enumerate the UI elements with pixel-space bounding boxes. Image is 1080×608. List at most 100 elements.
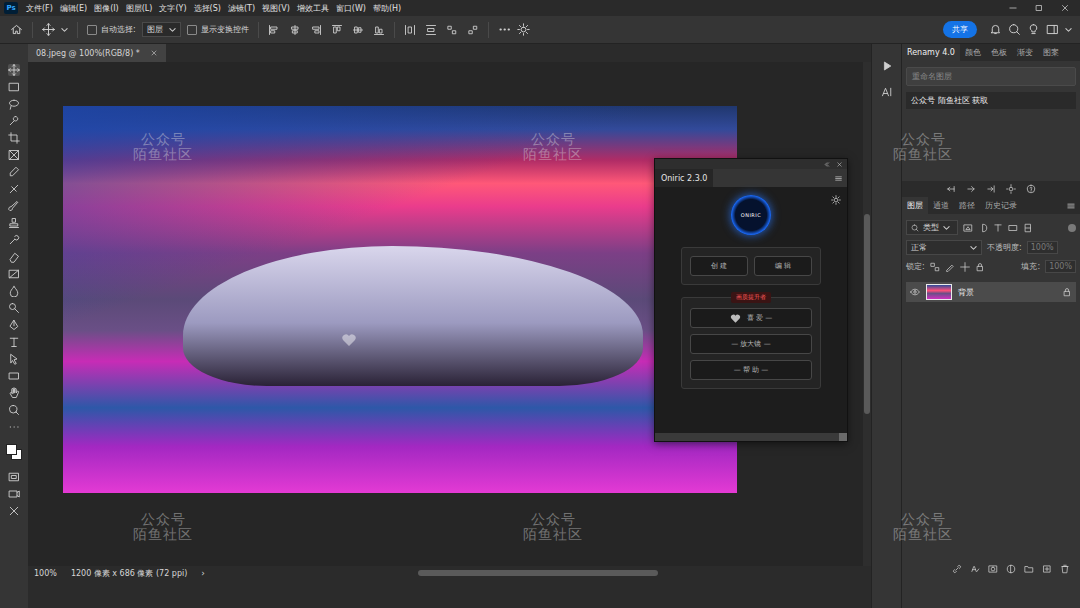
menu-item[interactable]: 帮助(H) [373, 3, 401, 14]
filter-dropdown[interactable]: 类型 [906, 220, 958, 235]
horizontal-scrollbar[interactable] [219, 570, 857, 576]
panel-tab[interactable]: 色板 [986, 44, 1012, 61]
foreground-color[interactable] [6, 444, 17, 455]
align-icon[interactable] [331, 24, 343, 36]
panel-tab[interactable]: 颜色 [960, 44, 986, 61]
distribute-icon[interactable] [467, 24, 479, 36]
mode-icon[interactable] [8, 488, 20, 500]
tool-icon[interactable] [8, 149, 20, 161]
tool-icon[interactable] [8, 234, 20, 246]
plugin-button[interactable]: — 放大镜 — [690, 334, 812, 354]
panel-tab[interactable]: 历史记录 [980, 197, 1022, 214]
play-icon[interactable] [881, 60, 893, 72]
menu-item[interactable]: 图像(I) [94, 3, 119, 14]
align-icon[interactable] [268, 24, 280, 36]
blend-mode-dropdown[interactable]: 正常 [906, 240, 982, 255]
menu-icon[interactable] [1066, 201, 1076, 211]
panel-tab[interactable]: 路径 [954, 197, 980, 214]
layer-row[interactable]: 背景 [906, 282, 1076, 302]
rename-input[interactable]: 重命名图层 [906, 67, 1076, 86]
layer-action-icon[interactable] [1024, 564, 1034, 574]
gear-icon[interactable] [517, 23, 530, 36]
filter-icon[interactable] [963, 223, 973, 233]
oniric-panel[interactable]: Oniric 2.3.0ONIRIC创 建编 辑画质提升者喜 爱 —— 放大镜 … [654, 158, 848, 442]
mode-icon[interactable] [8, 471, 20, 483]
move-tool-icon[interactable] [42, 23, 55, 36]
layer-action-icon[interactable] [1042, 564, 1052, 574]
plugin-button[interactable]: 喜 爱 — [690, 308, 812, 328]
lock-option-icon[interactable] [975, 262, 985, 272]
close-icon[interactable] [150, 49, 158, 57]
lock-option-icon[interactable] [930, 262, 940, 272]
tool-icon[interactable] [8, 268, 20, 280]
tool-icon[interactable] [8, 251, 20, 263]
tool-icon[interactable] [8, 336, 20, 348]
canvas[interactable]: Oniric 2.3.0ONIRIC创 建编 辑画质提升者喜 爱 —— 放大镜 … [28, 62, 863, 566]
panel-tab[interactable]: Renamy 4.0 [902, 44, 960, 61]
filter-icon[interactable] [993, 223, 1003, 233]
share-button[interactable]: 共享 [943, 21, 977, 38]
panel-tab[interactable]: Oniric 2.3.0 [655, 169, 713, 187]
tool-icon[interactable] [8, 81, 20, 93]
tool-icon[interactable] [8, 183, 20, 195]
filter-icon[interactable] [1023, 223, 1033, 233]
vertical-scrollbar[interactable] [863, 62, 871, 566]
plugin-button[interactable]: — 帮 助 — [690, 360, 812, 380]
eye-icon[interactable] [910, 287, 920, 297]
distribute-icon[interactable] [425, 24, 437, 36]
mode-icon[interactable] [8, 505, 20, 517]
filter-toggle[interactable] [1068, 224, 1076, 232]
lock-icon[interactable] [1062, 287, 1072, 297]
menu-item[interactable]: 图层(L) [126, 3, 153, 14]
tool-icon[interactable] [8, 98, 20, 110]
menu-item[interactable]: 编辑(E) [60, 3, 87, 14]
filter-icon[interactable] [978, 223, 988, 233]
panel-tab[interactable]: 图案 [1038, 44, 1064, 61]
character-icon[interactable] [881, 86, 893, 98]
help-icon[interactable] [1026, 184, 1036, 194]
align-icon[interactable] [352, 24, 364, 36]
gear-icon[interactable] [831, 195, 841, 205]
panel-tab[interactable]: 图层 [902, 197, 928, 214]
tool-icon[interactable] [8, 387, 20, 399]
tool-icon[interactable] [8, 200, 20, 212]
align-icon[interactable] [289, 24, 301, 36]
search-icon[interactable] [1008, 23, 1021, 36]
scroll-thumb[interactable] [418, 570, 658, 576]
resize-handle[interactable] [839, 433, 847, 441]
more-options-icon[interactable] [498, 23, 511, 36]
color-swatches[interactable] [6, 444, 22, 460]
menu-item[interactable]: 增效工具 [297, 3, 329, 14]
auto-select-checkbox[interactable]: 自动选择: [87, 24, 136, 35]
tool-icon[interactable] [8, 404, 20, 416]
tool-icon[interactable] [8, 285, 20, 297]
close-icon[interactable] [836, 161, 843, 168]
panel-tab[interactable]: 渐变 [1012, 44, 1038, 61]
distribute-icon[interactable] [446, 24, 458, 36]
menu-icon[interactable] [834, 174, 843, 183]
info-arrow[interactable]: › [201, 568, 205, 578]
arrow-right-icon[interactable] [966, 184, 976, 194]
tool-icon[interactable] [8, 353, 20, 365]
show-transform-checkbox[interactable]: 显示变换控件 [187, 24, 249, 35]
app-logo[interactable]: Ps [4, 2, 18, 14]
undo-icon[interactable] [946, 184, 956, 194]
checkbox[interactable] [187, 25, 197, 35]
layer-action-icon[interactable] [952, 564, 962, 574]
align-icon[interactable] [310, 24, 322, 36]
layer-action-icon[interactable] [1060, 564, 1070, 574]
document-tab[interactable]: 08.jpeg @ 100%(RGB/8) * [28, 44, 166, 62]
panel-tab[interactable]: 通道 [928, 197, 954, 214]
tool-icon[interactable] [8, 370, 20, 382]
tool-icon[interactable] [8, 319, 20, 331]
menu-item[interactable]: 滤镜(T) [228, 3, 255, 14]
lock-option-icon[interactable] [960, 262, 970, 272]
tool-icon[interactable] [8, 421, 20, 433]
close-icon[interactable] [1060, 3, 1070, 13]
bell-icon[interactable] [989, 23, 1002, 36]
distribute-icon[interactable] [404, 24, 416, 36]
filter-icon[interactable] [1008, 223, 1018, 233]
menu-item[interactable]: 窗口(W) [336, 3, 366, 14]
tool-icon[interactable] [8, 64, 20, 76]
auto-select-target[interactable]: 图层 [142, 22, 181, 37]
